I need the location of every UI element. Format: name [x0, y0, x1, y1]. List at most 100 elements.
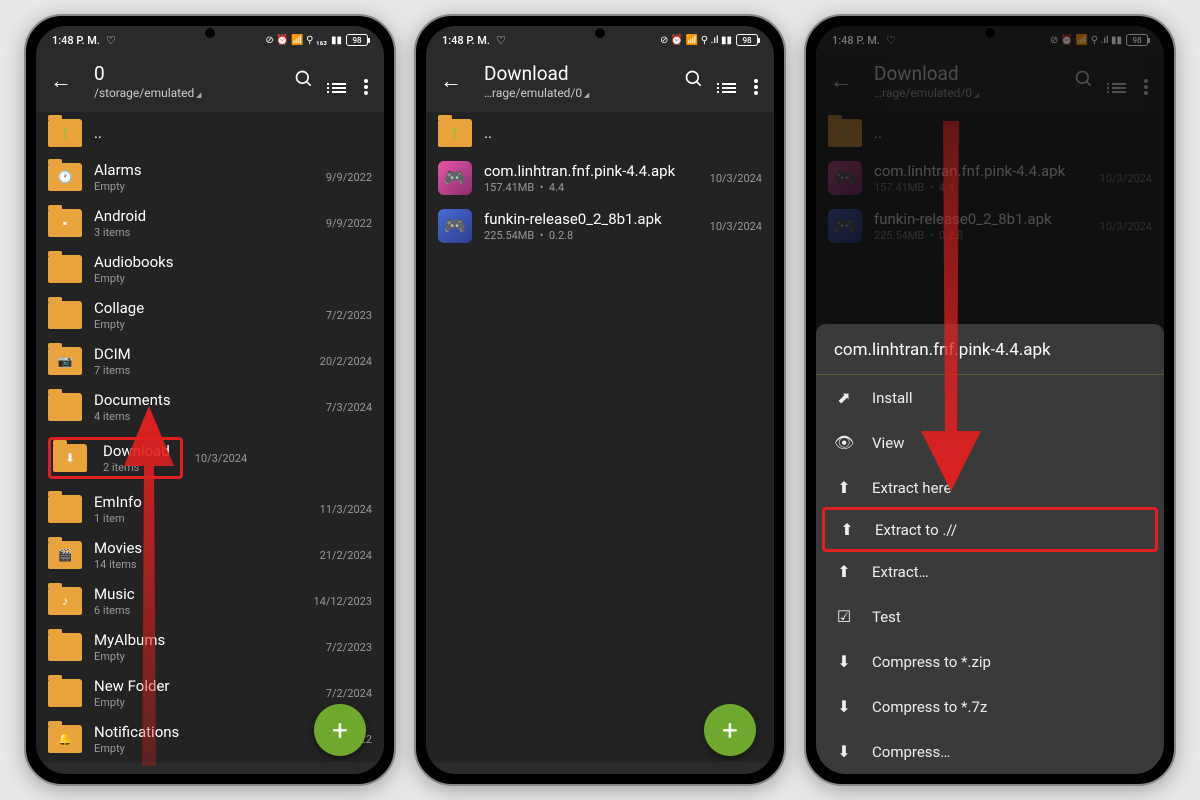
search-icon[interactable] — [294, 69, 314, 94]
file-meta: 225.54MB • 0.2.8 — [484, 229, 698, 242]
folder-date: 9/9/2022 — [326, 217, 372, 230]
folder-meta: Empty — [94, 650, 314, 663]
folder-meta: 14 items — [94, 558, 308, 571]
file-list[interactable]: ↑ .. 🎮 com.linhtran.fnf.pink-4.4.apk 157… — [426, 112, 774, 762]
folder-row[interactable]: 🎬 Movies 14 items 21/2/2024 — [36, 532, 384, 578]
folder-meta: 3 items — [94, 226, 314, 239]
context-menu-item[interactable]: ⬆ Extract to .// — [822, 507, 1158, 552]
header-title: Download — [484, 62, 670, 85]
folder-name: EmInfo — [94, 493, 308, 511]
context-menu-item[interactable]: 👁 View — [816, 420, 1164, 465]
folder-row[interactable]: ⬇ Download 2 items 10/3/2024 — [36, 430, 384, 486]
folder-date: 7/2/2023 — [326, 309, 372, 322]
search-icon[interactable] — [684, 69, 704, 94]
folder-name: Audiobooks — [94, 253, 360, 271]
context-menu: com.linhtran.fnf.pink-4.4.apk ⬈ Install … — [816, 324, 1164, 774]
signal-icon: ▮▮ — [331, 35, 342, 46]
folder-date: 10/3/2024 — [195, 452, 247, 465]
context-menu-item[interactable]: ⬆ Extract here — [816, 465, 1164, 510]
back-button[interactable]: ← — [42, 64, 80, 98]
folder-row[interactable]: 🕐 Alarms Empty 9/9/2022 — [36, 154, 384, 200]
file-name: funkin-release0_2_8b1.apk — [484, 210, 698, 228]
folder-date: 11/3/2024 — [320, 503, 372, 516]
context-item-label: View — [872, 434, 904, 452]
context-menu-item[interactable]: ⬇ Compress… — [816, 729, 1164, 774]
phone-frame-3: 1:48 P. M. ♡ ⊘ ⏰ 📶 ⚲ .ıl ▮▮ 98 ← Downloa… — [804, 14, 1176, 786]
folder-icon — [48, 393, 82, 421]
heart-icon: ♡ — [106, 34, 116, 47]
file-row[interactable]: 🎮 com.linhtran.fnf.pink-4.4.apk 157.41MB… — [426, 154, 774, 202]
camera-notch — [205, 28, 215, 38]
file-list[interactable]: ↑ .. 🕐 Alarms Empty 9/9/2022 ▪ Android 3… — [36, 112, 384, 762]
folder-meta: Empty — [94, 318, 314, 331]
folder-date: 9/9/2022 — [326, 171, 372, 184]
status-icons: ⊘ ⏰ 📶 ⚲ .ıl ▮▮ — [660, 35, 732, 46]
context-menu-item[interactable]: ☑ Test — [816, 594, 1164, 639]
folder-meta: 1 item — [94, 512, 308, 525]
context-item-label: Compress to *.7z — [872, 698, 987, 716]
screen-3: 1:48 P. M. ♡ ⊘ ⏰ 📶 ⚲ .ıl ▮▮ 98 ← Downloa… — [816, 26, 1164, 774]
folder-up-icon: ↑ — [48, 119, 82, 147]
context-item-label: Test — [872, 608, 901, 626]
fab-add[interactable]: + — [704, 704, 756, 756]
folder-row[interactable]: EmInfo 1 item 11/3/2024 — [36, 486, 384, 532]
screen-2: 1:48 P. M. ♡ ⊘ ⏰ 📶 ⚲ .ıl ▮▮ 98 ← Downloa… — [426, 26, 774, 774]
header-path[interactable]: …rage/emulated/0 — [484, 86, 670, 100]
fab-add[interactable]: + — [314, 704, 366, 756]
folder-row[interactable]: 📷 DCIM 7 items 20/2/2024 — [36, 338, 384, 384]
heart-icon: ♡ — [496, 34, 506, 47]
folder-name: Notifications — [94, 723, 335, 741]
folder-name: Android — [94, 207, 314, 225]
view-mode-icon[interactable] — [722, 69, 736, 93]
folder-icon: 🔔 — [48, 725, 82, 753]
folder-row[interactable]: ♪ Music 6 items 14/12/2023 — [36, 578, 384, 624]
more-icon[interactable] — [754, 67, 758, 95]
folder-meta: Empty — [94, 696, 314, 709]
app-header: ← Download …rage/emulated/0 — [426, 54, 774, 112]
view-mode-icon[interactable] — [332, 69, 346, 93]
folder-icon: ▪ — [48, 209, 82, 237]
folder-name: MyAlbums — [94, 631, 314, 649]
context-menu-item[interactable]: ⬇ Compress to *.zip — [816, 639, 1164, 684]
folder-row[interactable]: Audiobooks Empty — [36, 246, 384, 292]
context-item-label: Extract here — [872, 479, 951, 497]
highlighted-folder[interactable]: ⬇ Download 2 items — [48, 437, 183, 479]
battery-icon: 98 — [736, 34, 758, 46]
parent-folder-row[interactable]: ↑ .. — [36, 112, 384, 154]
context-menu-item[interactable]: ⬇ Compress to *.7z — [816, 684, 1164, 729]
parent-folder-row[interactable]: ↑ .. — [426, 112, 774, 154]
folder-icon — [48, 301, 82, 329]
context-menu-item[interactable]: ⬈ Install — [816, 375, 1164, 420]
folder-meta: Empty — [94, 272, 360, 285]
folder-date: 7/2/2023 — [326, 641, 372, 654]
camera-notch — [985, 28, 995, 38]
more-icon[interactable] — [364, 67, 368, 95]
camera-notch — [595, 28, 605, 38]
folder-icon — [48, 255, 82, 283]
folder-icon: 📷 — [48, 347, 82, 375]
context-item-icon: ⬇ — [834, 652, 854, 671]
folder-meta: Empty — [94, 742, 335, 755]
header-path[interactable]: /storage/emulated — [94, 86, 280, 100]
folder-name: Documents — [94, 391, 314, 409]
screen-1: 1:48 P. M. ♡ ⊘ ⏰ 📶 ⚲ ₁₆₃ ▮▮ 98 ← 0 /stor… — [36, 26, 384, 774]
context-item-icon: ⬇ — [834, 697, 854, 716]
context-item-label: Compress… — [872, 743, 950, 761]
folder-icon: ⬇ — [53, 444, 87, 472]
alarm-icon: ⊘ ⏰ 📶 ⚲ ₁₆₃ — [265, 35, 327, 46]
folder-row[interactable]: Documents 4 items 7/3/2024 — [36, 384, 384, 430]
folder-icon — [48, 495, 82, 523]
file-date: 10/3/2024 — [710, 172, 762, 185]
folder-row[interactable]: Collage Empty 7/2/2023 — [36, 292, 384, 338]
file-name: .. — [484, 124, 762, 142]
back-button[interactable]: ← — [432, 64, 470, 98]
context-menu-item[interactable]: ⬆ Extract… — [816, 549, 1164, 594]
status-time: 1:48 P. M. — [52, 34, 100, 47]
folder-name: Alarms — [94, 161, 314, 179]
folder-name: New Folder — [94, 677, 314, 695]
folder-row[interactable]: ▪ Android 3 items 9/9/2022 — [36, 200, 384, 246]
context-item-icon: ⬇ — [834, 742, 854, 761]
folder-row[interactable]: MyAlbums Empty 7/2/2023 — [36, 624, 384, 670]
file-row[interactable]: 🎮 funkin-release0_2_8b1.apk 225.54MB • 0… — [426, 202, 774, 250]
context-item-label: Extract… — [872, 563, 929, 581]
